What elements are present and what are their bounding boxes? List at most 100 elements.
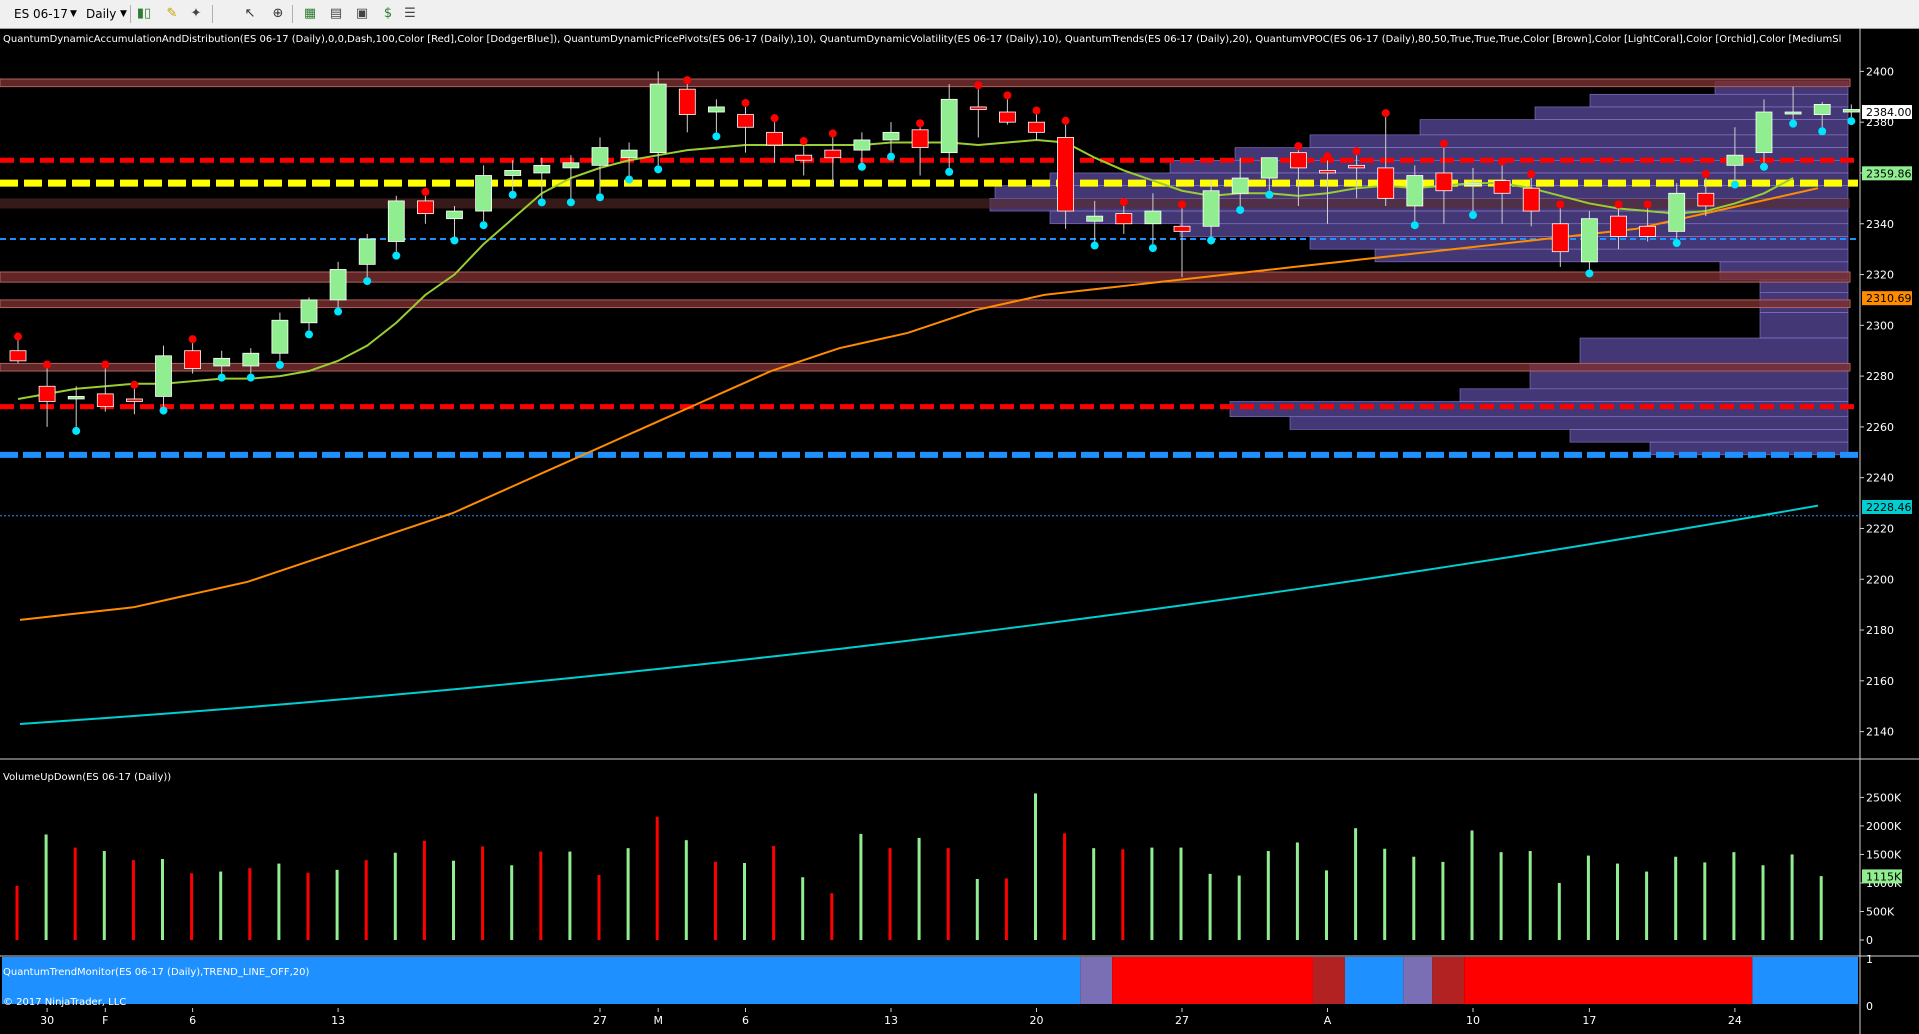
date-label: 13 <box>331 1014 345 1027</box>
volatility-dot <box>334 307 343 316</box>
candle-body <box>475 175 493 212</box>
volatility-dot <box>1061 116 1070 125</box>
volume-bar <box>1645 871 1649 940</box>
volume-bar <box>1295 842 1299 940</box>
trend-tick-label: 1 <box>1866 953 1873 966</box>
volume-bar <box>1266 851 1270 940</box>
volume-bar <box>73 847 77 940</box>
indicators-icon[interactable]: ▤ <box>326 4 346 24</box>
volume-profile-bar <box>1579 337 1849 364</box>
candle-body <box>1522 187 1540 212</box>
candle-body <box>533 164 551 174</box>
date-axis: 30 F 6 13 27 M 6 13 20 27 A 10 17 24 <box>40 1008 1742 1027</box>
trend-segment <box>1312 957 1345 1004</box>
volume-bar <box>859 833 863 940</box>
zoom-icon[interactable]: ⊕ <box>268 4 288 24</box>
tools-icon[interactable]: ✦ <box>186 4 206 24</box>
date-label: 6 <box>189 1014 196 1027</box>
volatility-dot <box>683 76 692 85</box>
candle-body <box>38 385 56 402</box>
candle-body <box>999 111 1016 123</box>
candle-body <box>1784 111 1802 115</box>
volatility-dot <box>857 162 866 171</box>
volatility-dot <box>1730 180 1739 189</box>
volume-panel: 2500K2000K1500K1000K500K01115K <box>15 791 1902 947</box>
volatility-dot <box>1614 200 1623 209</box>
data-box-icon[interactable]: $ <box>378 4 398 24</box>
candle-body <box>882 131 900 141</box>
volatility-dot <box>217 373 226 382</box>
candle-body <box>1086 215 1104 222</box>
volatility-dot <box>1585 269 1594 278</box>
volume-bar <box>1790 854 1794 940</box>
volume-bar <box>1616 863 1619 940</box>
chart-area[interactable]: 2400238023602340232023002280226022402220… <box>0 28 1919 1034</box>
candle-body <box>1202 190 1220 227</box>
candle-body <box>1551 223 1569 253</box>
trend-segment <box>1080 957 1113 1004</box>
candle-body <box>562 162 580 169</box>
volume-bar <box>568 851 572 940</box>
price-tick-label: 2260 <box>1866 421 1894 434</box>
toolbar-separator <box>292 5 293 23</box>
candle-body <box>1726 154 1744 166</box>
candle-body <box>1231 177 1249 194</box>
price-tick-label: 2400 <box>1866 65 1894 78</box>
price-badge-label: 2384.00 <box>1866 106 1912 119</box>
volume-bar <box>684 840 688 940</box>
volume-bar <box>1121 849 1125 940</box>
date-label: 17 <box>1582 1014 1596 1027</box>
strategies-icon[interactable]: ▣ <box>352 4 372 24</box>
volatility-dot <box>363 277 372 286</box>
candle-body <box>242 352 260 367</box>
candle-body <box>358 238 376 265</box>
volume-bar <box>161 859 164 940</box>
price-axis: 2400238023602340232023002280226022402220… <box>1860 65 1912 739</box>
candle-body <box>184 350 202 369</box>
volume-bar <box>830 893 834 940</box>
price-tick-label: 2160 <box>1866 675 1894 688</box>
draw-pencil-icon[interactable]: ✎ <box>162 4 182 24</box>
bar-style-icon[interactable]: ▮▯ <box>134 4 154 24</box>
volume-bar <box>1063 833 1067 940</box>
instrument-dropdown-icon[interactable]: ▼ <box>70 5 77 23</box>
volume-profile-bar <box>1759 312 1849 339</box>
volatility-dot <box>1672 238 1681 247</box>
candle-body <box>708 106 725 113</box>
volume-bar <box>743 863 746 940</box>
copyright-text: © 2017 NinjaTrader, LLC <box>3 997 126 1008</box>
trend-segment <box>1752 957 1858 1004</box>
trend-segment <box>1432 957 1465 1004</box>
volume-bar <box>190 873 194 940</box>
volatility-dot <box>537 198 546 207</box>
volatility-dot <box>72 426 81 435</box>
volatility-dot <box>246 373 255 382</box>
interval-selector[interactable]: Daily <box>86 5 116 23</box>
candle-body <box>1290 152 1307 169</box>
price-tick-label: 2280 <box>1866 370 1894 383</box>
volume-tick-label: 500K <box>1866 905 1895 918</box>
candle-body <box>620 149 638 159</box>
pointer-icon[interactable]: ↖ <box>240 4 260 24</box>
candle-body <box>649 83 667 154</box>
volume-bar <box>1208 873 1212 940</box>
candle-body <box>67 396 85 400</box>
chart-properties-icon[interactable]: ▦ <box>300 4 320 24</box>
volume-bar <box>801 877 805 940</box>
candle-body <box>1435 172 1453 192</box>
volume-profile-bar <box>1179 223 1849 237</box>
volume-profile-bar <box>1589 93 1849 108</box>
interval-dropdown-icon[interactable]: ▼ <box>120 5 127 23</box>
value-area-band <box>0 271 1851 283</box>
options-icon[interactable]: ☰ <box>400 4 420 24</box>
volatility-dot <box>770 114 779 123</box>
volatility-dot <box>101 360 110 369</box>
volatility-dot <box>1439 139 1448 148</box>
instrument-selector[interactable]: ES 06-17 <box>14 5 68 23</box>
candle-body <box>271 319 289 354</box>
volume-bar <box>713 861 717 940</box>
volume-bar <box>1034 793 1037 940</box>
trend-segment <box>1403 957 1433 1004</box>
volume-bar <box>44 834 48 940</box>
candle-body <box>387 200 405 242</box>
